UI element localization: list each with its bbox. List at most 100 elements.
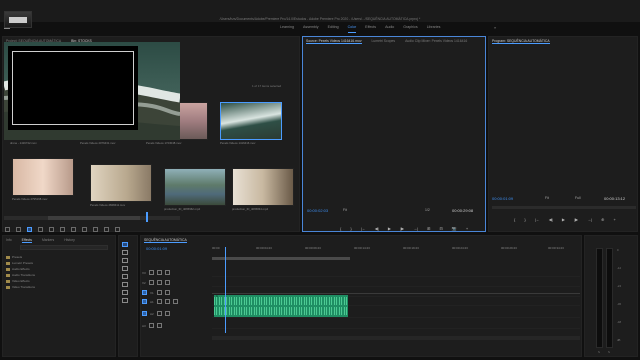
type-tool-icon[interactable] bbox=[122, 298, 128, 303]
mute-icon[interactable] bbox=[156, 299, 162, 304]
pen-tool-icon[interactable] bbox=[122, 282, 128, 287]
lock-icon[interactable] bbox=[156, 290, 162, 295]
razor-tool-icon[interactable] bbox=[122, 266, 128, 271]
effects-search-input[interactable] bbox=[20, 245, 108, 250]
source-playhead[interactable] bbox=[146, 212, 148, 222]
solo-icon[interactable] bbox=[164, 299, 170, 304]
zoom-slider-icon[interactable] bbox=[49, 227, 54, 232]
export-frame-button[interactable]: 📷 bbox=[452, 226, 457, 231]
selection-tool-icon[interactable] bbox=[122, 242, 128, 247]
tab-sequence[interactable]: SEQUÊNCIA AUTOMÁTICA bbox=[144, 238, 187, 243]
project-clip-selected[interactable]: Pexels Videos 1416416.mov bbox=[220, 102, 282, 145]
project-clip[interactable]: production_ID_4065844.mp4 bbox=[232, 168, 294, 211]
tab-audio-clip-mixer[interactable]: Audio Clip Mixer: Pexels Videos 1416416 bbox=[405, 39, 467, 43]
step-forward-button[interactable]: |▶ bbox=[400, 226, 404, 231]
tab-markers[interactable]: Markers bbox=[42, 238, 54, 242]
overwrite-button[interactable]: ⊟ bbox=[439, 226, 442, 231]
play-button[interactable]: ▶ bbox=[562, 217, 565, 222]
effects-folder[interactable]: Audio Transitions bbox=[6, 273, 35, 277]
solo-right-button[interactable]: S bbox=[608, 350, 610, 354]
workspace-tab-graphics[interactable]: Graphics bbox=[403, 25, 417, 33]
source-timecode[interactable]: 00:00:02:03 bbox=[307, 208, 328, 213]
slip-tool-icon[interactable] bbox=[122, 274, 128, 279]
tab-program[interactable]: Program: SEQUÊNCIA AUTOMÁTICA bbox=[492, 39, 550, 44]
insert-button[interactable]: ⊞ bbox=[427, 226, 430, 231]
button-editor-button[interactable]: + bbox=[466, 226, 468, 231]
go-to-out-button[interactable]: →| bbox=[587, 217, 592, 222]
track-v2[interactable] bbox=[212, 278, 580, 287]
project-clip[interactable]: Pexels Videos 2848411.mov bbox=[90, 164, 152, 207]
sync-icon[interactable] bbox=[156, 270, 162, 275]
solo-left-button[interactable]: S bbox=[598, 350, 600, 354]
effects-folder[interactable]: Video Effects bbox=[6, 279, 30, 283]
source-resolution-dropdown[interactable]: 1/2 bbox=[425, 208, 430, 212]
timeline-timecode[interactable]: 00:00:01:09 bbox=[146, 246, 167, 251]
go-to-in-button[interactable]: |← bbox=[361, 226, 366, 231]
lock-icon[interactable] bbox=[148, 280, 154, 285]
source-patch-icon[interactable] bbox=[142, 290, 147, 295]
timeline-playhead[interactable] bbox=[225, 247, 226, 333]
mark-in-button[interactable]: { bbox=[340, 226, 341, 231]
freeform-view-icon[interactable] bbox=[38, 227, 43, 232]
effects-folder[interactable]: Video Transitions bbox=[6, 285, 35, 289]
tab-lumetri-scopes[interactable]: Lumetri Scopes bbox=[372, 39, 396, 43]
track-select-tool-icon[interactable] bbox=[122, 250, 128, 255]
effects-folder[interactable]: Presets bbox=[6, 255, 22, 259]
tab-source[interactable]: Source: Pexels Videos 1416416.mov bbox=[306, 39, 362, 44]
microphone-icon[interactable] bbox=[172, 299, 178, 304]
mute-icon[interactable] bbox=[156, 311, 162, 316]
project-clip[interactable]: Pexels Videos 2795168.mov bbox=[12, 158, 74, 201]
workspace-overflow-button[interactable]: » bbox=[494, 25, 496, 30]
pencil-icon[interactable] bbox=[5, 227, 10, 232]
effects-folder[interactable]: Lumetri Presets bbox=[6, 261, 33, 265]
automate-to-sequence-icon[interactable] bbox=[71, 227, 76, 232]
audio-clip[interactable] bbox=[214, 295, 348, 317]
workspace-tab-libraries[interactable]: Libraries bbox=[427, 25, 441, 33]
step-forward-button[interactable]: |▶ bbox=[574, 217, 578, 222]
button-editor-button[interactable]: + bbox=[613, 217, 615, 222]
lift-button[interactable]: ⊕ bbox=[601, 217, 604, 222]
icon-view-icon[interactable] bbox=[27, 227, 32, 232]
play-button[interactable]: ▶ bbox=[388, 226, 391, 231]
program-resolution-dropdown[interactable]: Full bbox=[575, 196, 580, 200]
work-area-bar[interactable] bbox=[212, 257, 350, 260]
source-patch-icon[interactable] bbox=[142, 299, 147, 304]
mark-out-button[interactable]: } bbox=[350, 226, 351, 231]
project-clip[interactable]: production_ID_4065962.mp4 bbox=[164, 168, 226, 211]
tab-effects[interactable]: Effects bbox=[21, 238, 32, 243]
solo-icon[interactable] bbox=[156, 323, 162, 328]
source-patch-icon[interactable] bbox=[142, 311, 147, 316]
new-item-icon[interactable] bbox=[104, 227, 109, 232]
sync-icon[interactable] bbox=[156, 280, 162, 285]
tab-info[interactable]: Info bbox=[6, 238, 12, 242]
mute-icon[interactable] bbox=[148, 323, 154, 328]
go-to-out-button[interactable]: →| bbox=[413, 226, 418, 231]
solo-icon[interactable] bbox=[164, 311, 170, 316]
hand-tool-icon[interactable] bbox=[122, 290, 128, 295]
source-fit-dropdown[interactable]: Fit bbox=[343, 208, 347, 212]
program-scrub-bar[interactable] bbox=[492, 206, 636, 209]
list-view-icon[interactable] bbox=[16, 227, 21, 232]
timeline-scrollbar[interactable] bbox=[212, 336, 580, 340]
mark-in-button[interactable]: { bbox=[514, 217, 515, 222]
find-icon[interactable] bbox=[82, 227, 87, 232]
step-back-button[interactable]: ◀| bbox=[375, 226, 379, 231]
sort-icon[interactable] bbox=[60, 227, 65, 232]
ripple-edit-tool-icon[interactable] bbox=[122, 258, 128, 263]
trash-icon[interactable] bbox=[115, 227, 120, 232]
workspace-tab-assembly[interactable]: Assembly bbox=[303, 25, 319, 33]
tab-history[interactable]: History bbox=[64, 238, 75, 242]
eye-icon[interactable] bbox=[164, 280, 170, 285]
program-timecode[interactable]: 00:00:01:09 bbox=[492, 196, 513, 201]
new-bin-icon[interactable] bbox=[93, 227, 98, 232]
timeline-ruler[interactable]: 00:00 00:00:04:23 00:00:09:23 00:00:14:2… bbox=[212, 246, 580, 256]
effects-folder[interactable]: Audio Effects bbox=[6, 267, 30, 271]
workspace-tab-learning[interactable]: Learning bbox=[280, 25, 294, 33]
workspace-tab-effects[interactable]: Effects bbox=[365, 25, 376, 33]
workspace-tab-audio[interactable]: Audio bbox=[385, 25, 394, 33]
step-back-button[interactable]: ◀| bbox=[549, 217, 553, 222]
workspace-tab-editing[interactable]: Editing bbox=[328, 25, 339, 33]
eye-icon[interactable] bbox=[164, 290, 170, 295]
workspace-tab-color[interactable]: Color bbox=[347, 25, 357, 33]
lock-icon[interactable] bbox=[148, 270, 154, 275]
